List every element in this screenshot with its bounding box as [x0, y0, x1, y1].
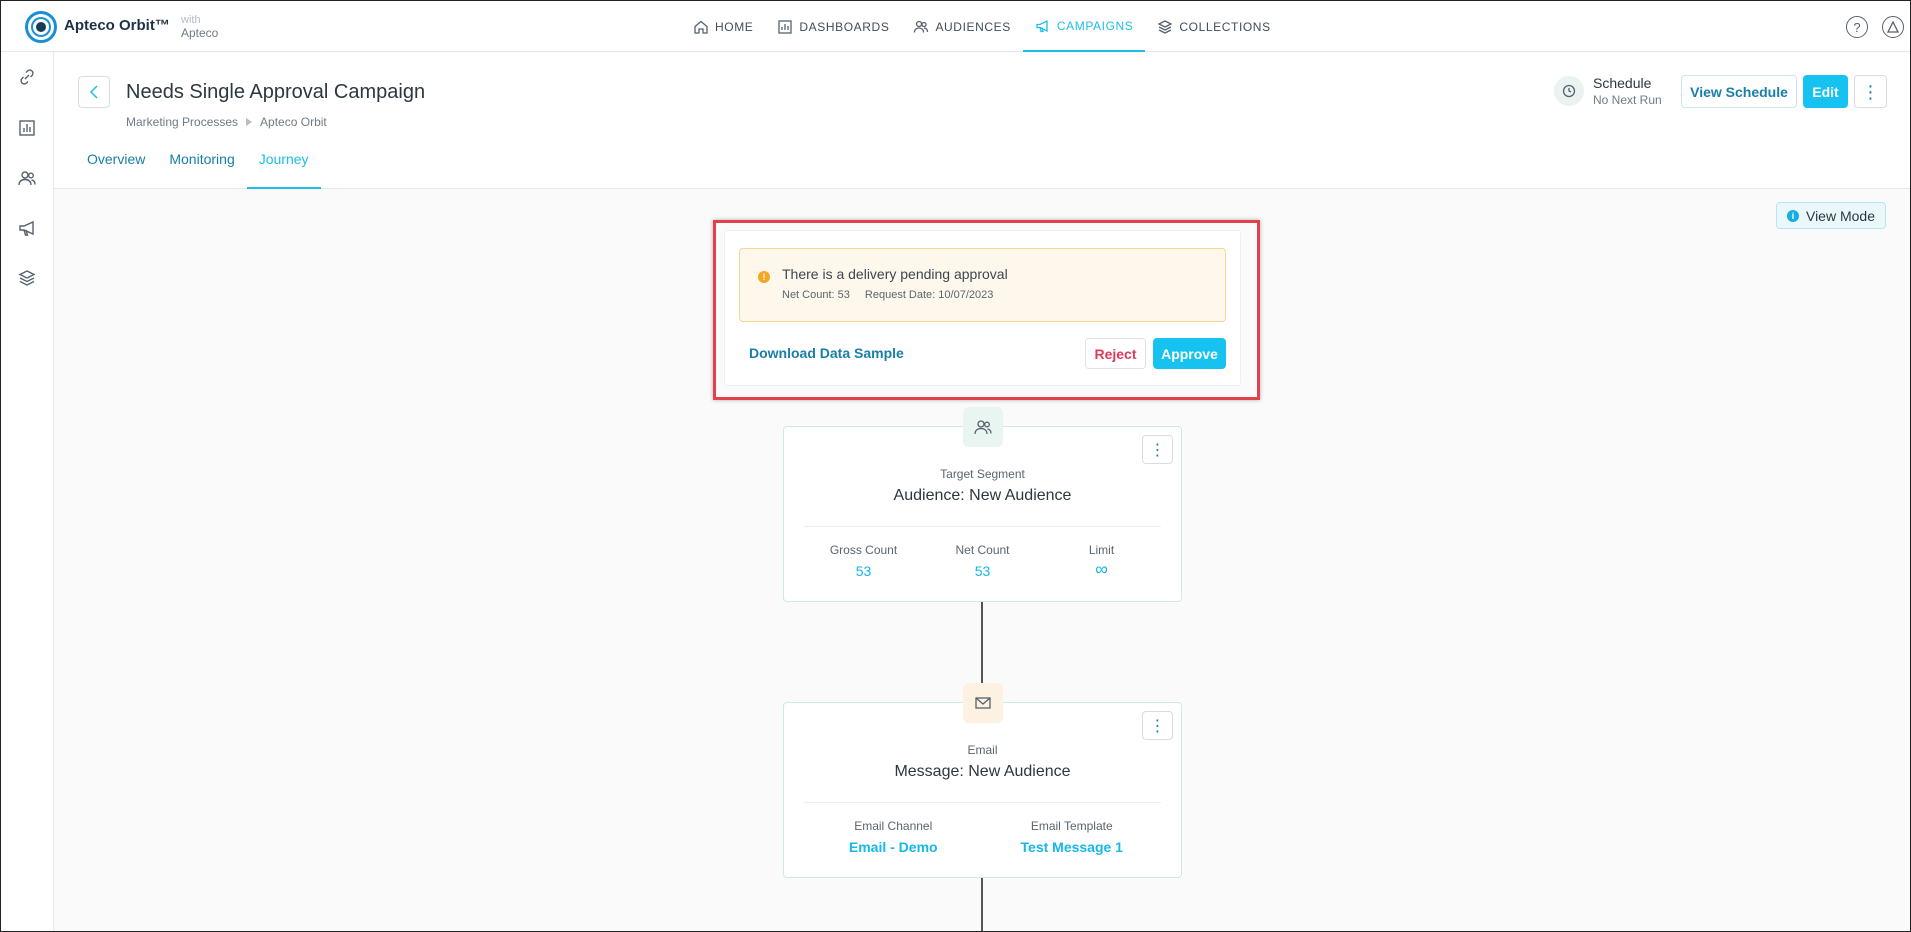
highlight-box: [713, 220, 1260, 400]
stat-value: 53: [855, 563, 872, 579]
nav-dashboards-label: DASHBOARDS: [799, 19, 890, 34]
side-rail: [1, 52, 54, 931]
node-divider: [804, 802, 1161, 803]
megaphone-icon[interactable]: [17, 218, 37, 238]
node-divider: [804, 526, 1161, 527]
main-nav: HOME DASHBOARDS AUDIENCES CAMPAIGNS COLL…: [681, 1, 1283, 52]
stat-label: Net Count: [955, 543, 1010, 557]
with-brand: Apteco: [181, 26, 219, 40]
app-name: Apteco Orbit™: [64, 17, 170, 34]
chevron-left-icon: [89, 85, 98, 99]
node-stats: Email Channel Email - Demo Email Templat…: [804, 819, 1161, 855]
node-title: Message: New Audience: [894, 763, 1071, 780]
help-icon[interactable]: ?: [1846, 16, 1868, 38]
chart-icon: [778, 19, 793, 34]
tab-overview[interactable]: Overview: [75, 141, 157, 189]
breadcrumb-item[interactable]: Apteco Orbit: [260, 115, 327, 129]
node-type: Target Segment: [940, 467, 1025, 481]
node-type: Email: [967, 743, 998, 757]
users-icon: [914, 20, 929, 33]
layers-icon[interactable]: [17, 268, 37, 288]
home-icon: [694, 20, 708, 34]
nav-home-label: HOME: [715, 19, 754, 34]
account-icon[interactable]: [1882, 16, 1904, 38]
stat-value: ∞: [1095, 559, 1108, 579]
page-tabs: Overview Monitoring Journey: [75, 141, 321, 189]
clock-icon: [1554, 76, 1584, 106]
email-template-link[interactable]: Test Message 1: [983, 839, 1162, 855]
envelope-icon: [963, 683, 1003, 723]
page-header: Needs Single Approval Campaign Marketing…: [54, 53, 1910, 189]
journey-connector: [981, 878, 983, 931]
nav-campaigns-label: CAMPAIGNS: [1056, 18, 1134, 33]
nav-campaigns[interactable]: CAMPAIGNS: [1022, 1, 1146, 52]
nav-home[interactable]: HOME: [681, 1, 765, 52]
breadcrumb-item[interactable]: Marketing Processes: [126, 115, 238, 129]
layers-icon: [1157, 19, 1173, 34]
node-stats: Gross Count 53 Net Count 53 Limit ∞: [804, 543, 1161, 580]
stat-limit: Limit ∞: [1042, 543, 1161, 580]
view-schedule-button[interactable]: View Schedule: [1681, 75, 1797, 108]
chart-icon[interactable]: [17, 118, 37, 138]
stat-email-channel: Email Channel Email - Demo: [804, 819, 983, 855]
more-options-icon[interactable]: ⋮: [1854, 75, 1887, 108]
view-mode-badge[interactable]: i View Mode: [1776, 202, 1886, 229]
view-mode-label: View Mode: [1805, 207, 1875, 224]
journey-node-segment[interactable]: ⋮ Target Segment Audience: New Audience …: [783, 407, 1182, 602]
node-more-options-icon[interactable]: ⋮: [1142, 711, 1173, 740]
nav-collections-label: COLLECTIONS: [1179, 19, 1271, 34]
stat-gross-count: Gross Count 53: [804, 543, 923, 580]
node-title: Audience: New Audience: [893, 487, 1072, 504]
schedule-subtitle: No Next Run: [1593, 93, 1662, 107]
nav-audiences-label: AUDIENCES: [935, 19, 1011, 34]
with-label: with: [181, 14, 201, 26]
tab-journey[interactable]: Journey: [246, 141, 321, 189]
page-title: Needs Single Approval Campaign: [126, 81, 426, 103]
users-icon: [963, 407, 1003, 447]
node-more-options-icon[interactable]: ⋮: [1142, 435, 1173, 464]
nav-audiences[interactable]: AUDIENCES: [901, 1, 1022, 52]
nav-collections[interactable]: COLLECTIONS: [1145, 1, 1282, 52]
nav-dashboards[interactable]: DASHBOARDS: [765, 1, 901, 52]
schedule-title: Schedule: [1593, 75, 1652, 91]
stat-email-template: Email Template Test Message 1: [983, 819, 1162, 855]
top-navbar: Apteco Orbit™ with Apteco HOME DASHBOARD…: [1, 1, 1910, 52]
stat-value: 53: [974, 563, 991, 579]
tab-monitoring[interactable]: Monitoring: [157, 141, 246, 189]
apteco-logo-icon[interactable]: [25, 11, 57, 43]
users-icon[interactable]: [17, 168, 37, 188]
edit-button[interactable]: Edit: [1803, 75, 1848, 108]
info-icon: i: [1786, 209, 1799, 222]
stat-label: Limit: [1088, 543, 1115, 557]
email-channel-link[interactable]: Email - Demo: [804, 839, 983, 855]
app-window: Apteco Orbit™ with Apteco HOME DASHBOARD…: [0, 0, 1911, 932]
back-button[interactable]: [78, 76, 110, 108]
journey-node-email[interactable]: ⋮ Email Message: New Audience Email Chan…: [783, 683, 1182, 878]
megaphone-icon: [1036, 19, 1048, 32]
stat-net-count: Net Count 53: [923, 543, 1042, 580]
breadcrumb-separator-icon: [246, 118, 253, 126]
breadcrumb: Marketing Processes Apteco Orbit: [126, 115, 327, 129]
link-icon[interactable]: [17, 67, 37, 87]
stat-label: Email Channel: [854, 819, 933, 833]
stat-label: Gross Count: [829, 543, 898, 557]
stat-label: Email Template: [1030, 819, 1113, 833]
